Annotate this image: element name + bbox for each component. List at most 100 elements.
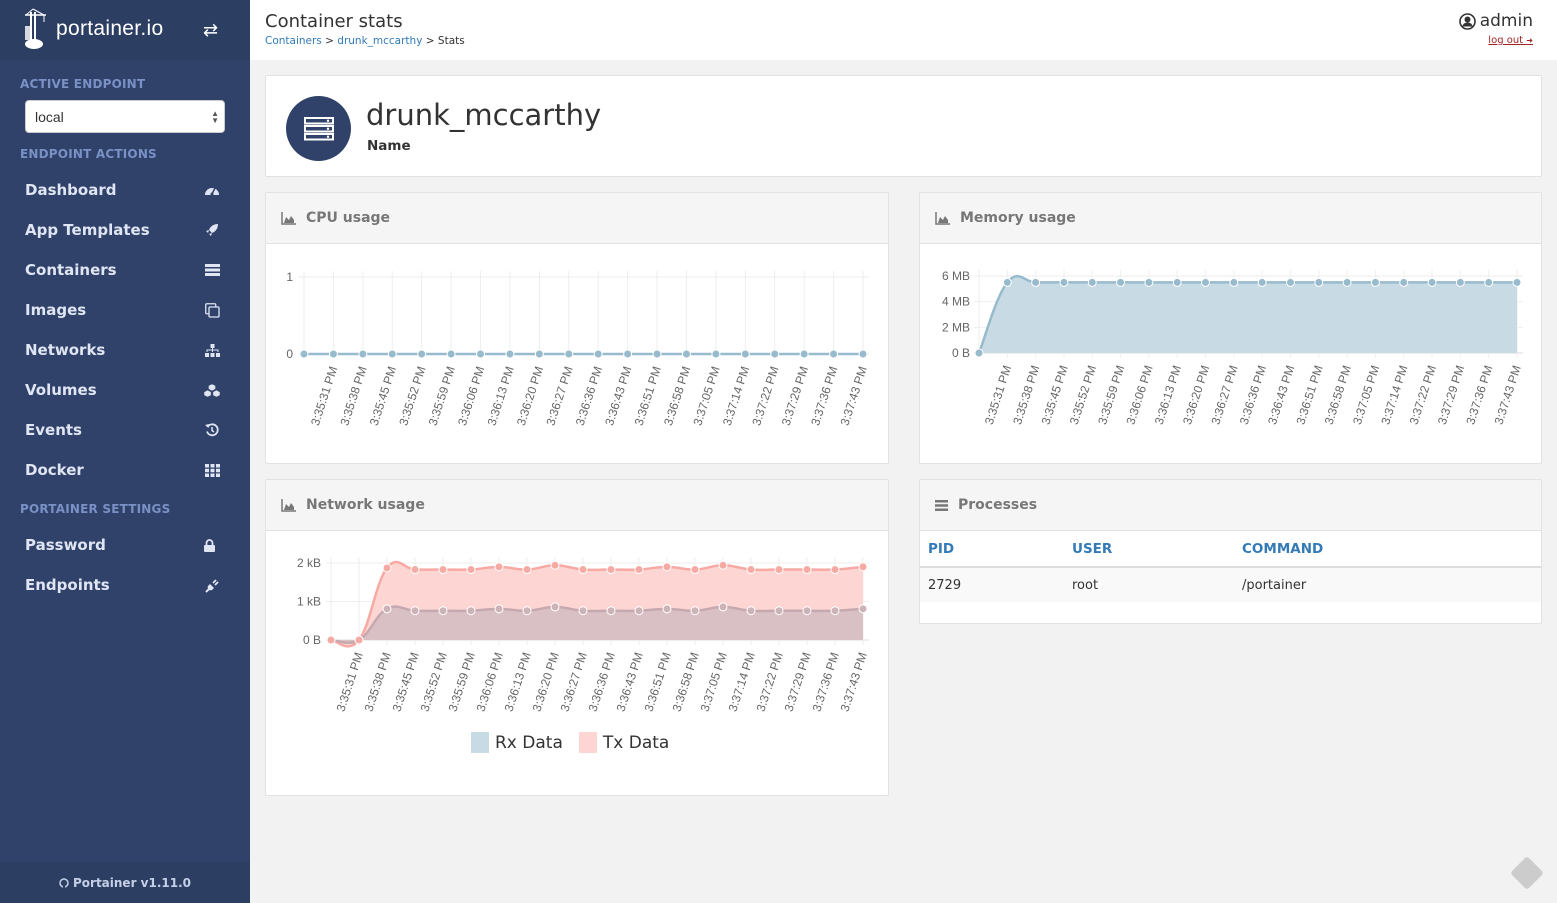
x-tick-label: 3:37:43 PM: [1492, 364, 1524, 427]
sidebar-item-containers[interactable]: Containers: [0, 250, 250, 290]
x-tick-label: 3:35:52 PM: [418, 651, 450, 714]
x-tick-label: 3:37:36 PM: [808, 365, 840, 428]
username: admin: [1479, 11, 1533, 31]
x-tick-label: 3:36:06 PM: [474, 651, 506, 714]
sidebar-item-app-templates[interactable]: App Templates: [0, 210, 250, 250]
x-tick-label: 3:36:27 PM: [1208, 364, 1240, 427]
endpoint-select[interactable]: local ▲ ▼: [25, 100, 225, 133]
logout-label: log out: [1488, 35, 1524, 46]
sidebar-item-docker[interactable]: Docker: [0, 450, 250, 490]
data-point: [718, 560, 728, 570]
x-tick-label: 3:37:14 PM: [720, 365, 752, 428]
feedback-icon[interactable]: [1510, 856, 1544, 890]
data-point: [1116, 277, 1126, 287]
version-text: Portainer v1.11.0: [72, 875, 192, 890]
sidebar-item-label: Endpoints: [25, 576, 110, 594]
sidebar-item-label: Events: [25, 421, 82, 439]
data-point: [438, 606, 448, 616]
data-point: [328, 349, 338, 359]
select-arrows-icon: ▲ ▼: [211, 109, 219, 125]
data-point: [774, 565, 784, 575]
legend-item-tx[interactable]: Tx Data: [578, 732, 670, 753]
x-tick-label: 3:35:31 PM: [982, 364, 1014, 427]
data-point: [1229, 277, 1239, 287]
data-point: [606, 565, 616, 575]
data-point: [410, 565, 420, 575]
exchange-icon[interactable]: ⇄: [203, 20, 218, 41]
data-point: [858, 604, 868, 614]
history-icon: [204, 422, 220, 438]
x-tick-label: 3:36:58 PM: [661, 365, 693, 428]
column-header-pid[interactable]: PID: [920, 531, 1072, 568]
data-point: [1512, 277, 1522, 287]
data-point: [417, 349, 427, 359]
breadcrumb-container-link[interactable]: drunk_mccarthy: [337, 35, 422, 47]
data-point: [534, 349, 544, 359]
sidebar-item-volumes[interactable]: Volumes: [0, 370, 250, 410]
x-tick-label: 3:37:05 PM: [698, 651, 730, 714]
x-tick-label: 3:37:43 PM: [838, 365, 870, 428]
data-point: [634, 606, 644, 616]
sidebar-item-images[interactable]: Images: [0, 290, 250, 330]
x-tick-label: 3:35:59 PM: [1095, 364, 1127, 427]
data-point: [1257, 277, 1267, 287]
logout-link[interactable]: log out ➜: [1488, 35, 1533, 46]
x-tick-label: 3:37:14 PM: [1378, 364, 1410, 427]
x-tick-label: 3:35:52 PM: [396, 365, 428, 428]
sidebar-item-endpoints[interactable]: Endpoints: [0, 565, 250, 605]
sidebar-item-label: Docker: [25, 461, 84, 479]
y-tick-label: 2 kB: [297, 556, 321, 570]
data-point: [578, 565, 588, 575]
x-tick-label: 3:36:51 PM: [642, 651, 674, 714]
breadcrumb-separator: >: [325, 35, 334, 47]
x-tick-label: 3:35:38 PM: [362, 651, 394, 714]
data-point: [858, 349, 868, 359]
sidebar-item-label: Volumes: [25, 381, 97, 399]
network-legend: Rx Data Tx Data: [471, 732, 685, 753]
y-tick-label: 1: [286, 270, 293, 284]
container-avatar: [286, 96, 351, 161]
x-tick-label: 3:36:36 PM: [1237, 364, 1269, 427]
column-header-user[interactable]: USER: [1072, 531, 1242, 568]
x-tick-label: 3:37:05 PM: [1350, 364, 1382, 427]
legend-item-rx[interactable]: Rx Data: [471, 732, 563, 753]
x-tick-label: 3:36:58 PM: [670, 651, 702, 714]
x-tick-label: 3:35:31 PM: [334, 651, 366, 714]
data-point: [681, 349, 691, 359]
x-tick-label: 3:35:59 PM: [426, 365, 458, 428]
legend-swatch-rx: [471, 732, 489, 753]
data-point: [652, 349, 662, 359]
x-tick-label: 3:37:05 PM: [690, 365, 722, 428]
sidebar-item-networks[interactable]: Networks: [0, 330, 250, 370]
data-point: [974, 348, 984, 358]
sidebar-item-dashboard[interactable]: Dashboard: [0, 170, 250, 210]
clone-icon: [204, 302, 220, 318]
column-header-command[interactable]: COMMAND: [1242, 531, 1541, 568]
data-point: [740, 349, 750, 359]
data-point: [711, 349, 721, 359]
y-tick-label: 0 B: [303, 633, 321, 647]
sidebar-item-events[interactable]: Events: [0, 410, 250, 450]
breadcrumb-separator: >: [425, 35, 435, 47]
y-tick-label: 4 MB: [942, 295, 970, 309]
x-tick-label: 3:37:29 PM: [782, 651, 814, 714]
x-tick-label: 3:37:43 PM: [838, 651, 870, 714]
breadcrumb-current: Stats: [437, 35, 465, 47]
data-point: [1314, 277, 1324, 287]
data-point: [830, 565, 840, 575]
data-point: [466, 565, 476, 575]
processes-panel-title: Processes: [958, 497, 1038, 513]
portainer-logo[interactable]: portainer.io: [24, 8, 164, 50]
x-tick-label: 3:36:27 PM: [558, 651, 590, 714]
breadcrumb-containers-link[interactable]: Containers: [265, 35, 322, 47]
x-tick-label: 3:36:36 PM: [573, 365, 605, 428]
data-point: [358, 349, 368, 359]
cubes-icon: [204, 382, 220, 398]
y-tick-label: 1 kB: [297, 595, 321, 609]
legend-label-tx: Tx Data: [602, 732, 670, 753]
sidebar-item-password[interactable]: Password: [0, 525, 250, 565]
sitemap-icon: [204, 342, 220, 358]
x-tick-label: 3:36:20 PM: [514, 365, 546, 428]
x-tick-label: 3:35:45 PM: [390, 651, 422, 714]
data-point: [1172, 277, 1182, 287]
